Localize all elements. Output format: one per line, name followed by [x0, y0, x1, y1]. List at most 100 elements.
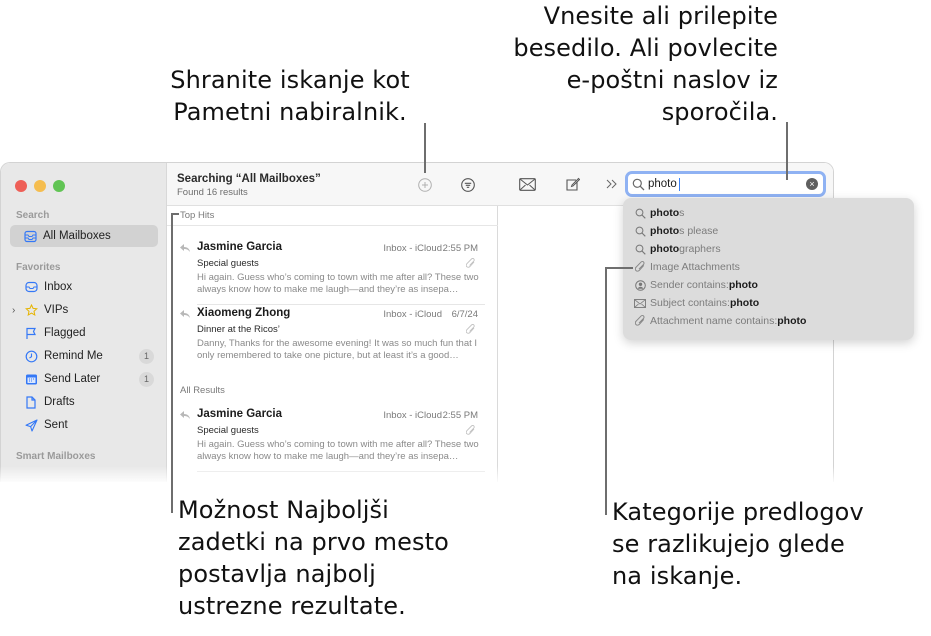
suggestion-completion: graphers	[679, 243, 721, 255]
message-preview: Hi again. Guess who’s coming to town wit…	[197, 439, 479, 462]
message-subject: Special guests	[197, 258, 259, 269]
flag-icon	[24, 326, 38, 340]
sidebar-item-label: Flagged	[44, 327, 86, 339]
suggestion-item[interactable]: Sender contains: photo	[634, 277, 758, 293]
search-input[interactable]	[648, 175, 798, 193]
search-icon	[634, 207, 646, 219]
search-scope-title: Searching “All Mailboxes”	[177, 173, 321, 185]
envelope-icon	[518, 177, 536, 191]
person-circle-icon	[634, 279, 646, 291]
callout-line-text: sporočila.	[661, 98, 778, 126]
search-icon	[634, 243, 646, 255]
sidebar-item-vips[interactable]: › VIPs	[10, 299, 158, 321]
suggestion-match: photo	[650, 243, 680, 255]
more-toolbar-items-button[interactable]	[603, 176, 621, 192]
sidebar-section-search: Search	[16, 210, 50, 221]
paperclip-icon	[634, 261, 646, 273]
message-row[interactable]: Xiaomeng Zhong Inbox - iCloud 6/7/24 Din…	[167, 305, 498, 371]
callout-leader-line	[605, 267, 633, 269]
callout-categories: Kategorije predlogov se razlikujejo gled…	[612, 496, 864, 592]
sidebar-item-inbox[interactable]: Inbox	[10, 276, 158, 298]
search-field[interactable]: ×	[625, 171, 826, 197]
suggestion-item[interactable]: photo graphers	[634, 241, 721, 257]
sidebar-section-smart-mailboxes: Smart Mailboxes	[16, 451, 96, 462]
sidebar-section-favorites: Favorites	[16, 262, 61, 273]
save-smart-mailbox-button[interactable]	[417, 177, 433, 193]
plus-circle-icon	[418, 178, 432, 192]
sidebar-item-label: Sent	[44, 419, 68, 431]
chevron-right-icon[interactable]: ›	[12, 305, 15, 316]
attachment-icon	[466, 324, 475, 334]
sidebar-item-label: All Mailboxes	[43, 230, 111, 242]
message-sender: Jasmine Garcia	[197, 241, 283, 253]
message-list-header: Searching “All Mailboxes” Found 16 resul…	[167, 163, 498, 206]
zoom-window-button[interactable]	[53, 180, 65, 192]
replied-icon	[180, 310, 190, 318]
suggestion-item[interactable]: Image Attachments	[634, 259, 740, 275]
search-icon	[632, 178, 645, 191]
sidebar-item-remind-me[interactable]: Remind Me 1	[10, 345, 158, 367]
message-sender: Xiaomeng Zhong	[197, 307, 291, 319]
callout-line-text: zadetki na prvo mesto	[178, 528, 449, 556]
suggestion-label: Subject contains:	[650, 297, 730, 309]
sidebar-item-label: Inbox	[44, 281, 73, 293]
suggestion-item[interactable]: Attachment name contains: photo	[634, 313, 806, 329]
divider	[167, 225, 498, 226]
suggestion-match: photo	[650, 225, 680, 237]
attachment-icon	[466, 425, 475, 435]
message-sender: Jasmine Garcia	[197, 408, 283, 420]
message-row[interactable]: Jasmine Garcia Inbox - iCloud 2:55 PM Sp…	[167, 239, 498, 305]
sidebar-item-label: Drafts	[44, 396, 75, 408]
callout-top-hits: Možnost Najboljši zadetki na prvo mesto …	[178, 494, 449, 622]
sidebar-item-flagged[interactable]: Flagged	[10, 322, 158, 344]
filter-button[interactable]	[460, 177, 476, 193]
callout-line-text: na iskanje.	[612, 562, 743, 590]
replied-icon	[180, 411, 190, 419]
clear-search-button[interactable]: ×	[806, 178, 818, 190]
sidebar-item-sent[interactable]: Sent	[10, 414, 158, 436]
attachment-icon	[466, 258, 475, 268]
message-preview: Hi again. Guess who’s coming to town wit…	[197, 272, 479, 295]
message-time: 2:55 PM	[442, 243, 478, 254]
minimize-window-button[interactable]	[34, 180, 46, 192]
callout-save-search: Shranite iskanje kot Pametni nabiralnik.	[140, 64, 440, 128]
callout-line-text: Shranite iskanje kot	[170, 66, 410, 94]
filter-icon	[461, 178, 475, 192]
message-row[interactable]: Jasmine Garcia Inbox - iCloud 2:55 PM Sp…	[167, 406, 498, 472]
callout-line-text: Kategorije predlogov	[612, 498, 864, 526]
suggestion-item[interactable]: photo s please	[634, 223, 718, 239]
divider	[197, 471, 485, 472]
sidebar-item-drafts[interactable]: Drafts	[10, 391, 158, 413]
chevron-double-right-icon	[606, 179, 617, 189]
calendar-icon	[24, 372, 38, 386]
suggestion-term: photo	[729, 297, 760, 309]
callout-leader-line	[171, 213, 173, 513]
message-subject: Special guests	[197, 425, 259, 436]
unread-count-badge: 1	[139, 349, 154, 364]
suggestion-item[interactable]: Subject contains: photo	[634, 295, 759, 311]
message-time: 6/7/24	[451, 309, 478, 320]
suggestion-completion: s	[679, 207, 685, 219]
message-subject: Dinner at the Ricos’	[197, 324, 280, 335]
callout-line-text: ustrezne rezultate.	[178, 592, 406, 620]
close-window-button[interactable]	[15, 180, 27, 192]
message-mailbox: Inbox - iCloud	[383, 410, 442, 421]
message-mailbox: Inbox - iCloud	[383, 309, 442, 320]
sidebar: Search All Mailboxes Favorites Inbox › V…	[1, 163, 167, 482]
suggestion-label: Attachment name contains:	[650, 315, 778, 327]
paperclip-icon	[634, 315, 646, 327]
result-count: Found 16 results	[177, 187, 248, 198]
get-mail-button[interactable]	[518, 176, 536, 192]
text-caret	[679, 178, 680, 191]
inbox-icon	[24, 280, 38, 294]
sidebar-item-send-later[interactable]: Send Later 1	[10, 368, 158, 390]
message-preview: Danny, Thanks for the awesome evening! I…	[197, 338, 478, 361]
sidebar-item-all-mailboxes[interactable]: All Mailboxes	[10, 225, 158, 247]
suggestion-item[interactable]: photo s	[634, 205, 684, 221]
callout-line-text: Pametni nabiralnik.	[173, 98, 407, 126]
suggestion-match: photo	[650, 207, 680, 219]
compose-button[interactable]	[563, 176, 581, 192]
callout-line-text: se razlikujejo glede	[612, 530, 845, 558]
sidebar-item-label: Send Later	[44, 373, 101, 385]
search-icon	[634, 225, 646, 237]
